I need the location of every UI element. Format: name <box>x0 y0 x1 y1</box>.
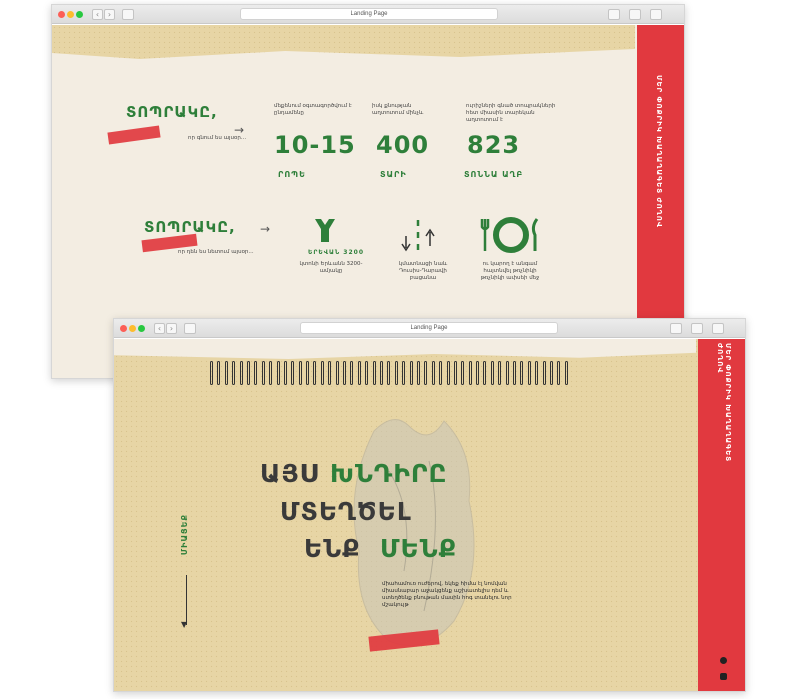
item-caption-3: ու կարող է անգամ հայտնվել թռչնիկի թռչնիկ… <box>480 261 540 281</box>
arrow-down-icon: ▼ <box>181 620 188 629</box>
headline-word-1: ԱՅՍ <box>260 459 319 488</box>
minimize-button[interactable] <box>67 11 74 18</box>
address-bar[interactable]: Landing Page <box>240 8 498 20</box>
side-band-text-2: ՄԵՐ ՓՈՔՐԻԿ ԽԱՂԱՂԱԳԵՏ ԺՈՂՈՎ <box>716 343 732 463</box>
scattered-arrows-icon <box>401 220 435 252</box>
side-band-text: ՄԵՐ ՓՈՔՐԻԿ ԽԱՂԱՂԱԳԵՏ ԺՈՂՈՎ <box>655 75 663 228</box>
tabs-icon[interactable] <box>650 9 662 20</box>
join-arrow-line <box>186 575 187 625</box>
tabs-icon-2[interactable] <box>712 323 724 334</box>
torn-kraft-strip <box>52 25 635 59</box>
address-bar-2[interactable]: Landing Page <box>300 322 558 334</box>
headline-bag: ՏՈՊՐԱԿԸ, <box>126 103 218 121</box>
back-button-2[interactable]: ‹ <box>154 323 165 334</box>
headline-word-5: ՄԵՆՔ <box>380 534 458 563</box>
red-tape <box>107 125 161 145</box>
headline-word-3: ՄՏԵՂԾԵԼ <box>280 497 412 526</box>
address-bar-title-2: Landing Page <box>410 325 448 331</box>
side-red-band-2: ՄԵՐ ՓՈՔՐԻԿ ԽԱՂԱՂԱԳԵՏ ԺՈՂՈՎ <box>698 339 745 691</box>
stat-value-1: 10-15 <box>274 131 356 159</box>
stat-caption-2: իսկ քնության աղտոտում մինչև <box>372 103 424 116</box>
title-bar-2: ‹ › Landing Page <box>114 319 745 338</box>
share-icon-2[interactable] <box>691 323 703 334</box>
headline-bag-2: ՏՈՊՐԱԿԸ, <box>144 218 236 236</box>
yerevan-badge: ԵՐԵՎԱՆ 3200 <box>308 249 364 256</box>
minimize-button-2[interactable] <box>129 325 136 332</box>
spiral-binding <box>210 361 568 387</box>
download-icon[interactable] <box>608 9 620 20</box>
title-bar: ‹ › Landing Page <box>52 5 684 24</box>
join-label[interactable]: ՄԻԱՑԵՔ <box>180 514 189 555</box>
item-caption-2: կմատնացի նաև Դուսիս-Դարավի բացանա <box>398 261 448 281</box>
close-button[interactable] <box>58 11 65 18</box>
stat-caption-1: մեքենում օգտագործվում է ընդամենը <box>274 103 352 116</box>
facebook-icon[interactable] <box>720 657 727 664</box>
stat-unit-2: ՏԱՐԻ <box>380 170 407 179</box>
stat-caption-3: ուրիշների գնած տոպրակների հետ միասին տար… <box>466 103 556 123</box>
yerevan-monument-icon <box>315 219 335 242</box>
headline-word-2: ԽՆԴԻՐԸ <box>330 459 448 488</box>
stat-value-2: 400 <box>376 131 430 159</box>
arrow-right-icon-2: → <box>260 222 271 236</box>
sidebar-toggle-icon-2[interactable] <box>184 323 196 334</box>
stat-unit-3: ՏՈՆՆԱ ԱՂԲ <box>464 170 524 179</box>
forward-button-2[interactable]: › <box>166 323 177 334</box>
download-icon-2[interactable] <box>670 323 682 334</box>
zoom-button[interactable] <box>76 11 83 18</box>
arrow-right-icon: → <box>234 123 245 137</box>
plate-fork-knife-icon <box>480 217 539 253</box>
headline-sub-2: որ դեն ես նետում այսօր... <box>178 249 254 255</box>
back-button[interactable]: ‹ <box>92 9 103 20</box>
share-icon[interactable] <box>629 9 641 20</box>
stat-unit-1: ՐՈՊԵ <box>278 170 306 179</box>
browser-window-front: ‹ › Landing Page ՄԵՐ ՓՈՔՐԻԿ ԽԱՂԱՂԱԳԵՏ ԺՈ… <box>113 318 746 692</box>
zoom-button-2[interactable] <box>138 325 145 332</box>
item-caption-1: կտոնի Երևանն 3200-ամյակը <box>299 261 363 274</box>
close-button-2[interactable] <box>120 325 127 332</box>
headline-word-4: ԵՆՔ <box>304 534 361 563</box>
address-bar-title: Landing Page <box>350 11 388 17</box>
sidebar-toggle-icon[interactable] <box>122 9 134 20</box>
stat-value-3: 823 <box>467 131 521 159</box>
forward-button[interactable]: › <box>104 9 115 20</box>
body-paragraph: միահամուռ ուժերով, եկեք հիմա էլ նոմվան մ… <box>382 581 512 608</box>
page-canvas-2: ՄԵՐ ՓՈՔՐԻԿ ԽԱՂԱՂԱԳԵՏ ԺՈՂՈՎ ՄԻԱՑԵՔ ▼ ԱՅՍ … <box>114 339 745 691</box>
instagram-icon[interactable] <box>720 673 727 680</box>
